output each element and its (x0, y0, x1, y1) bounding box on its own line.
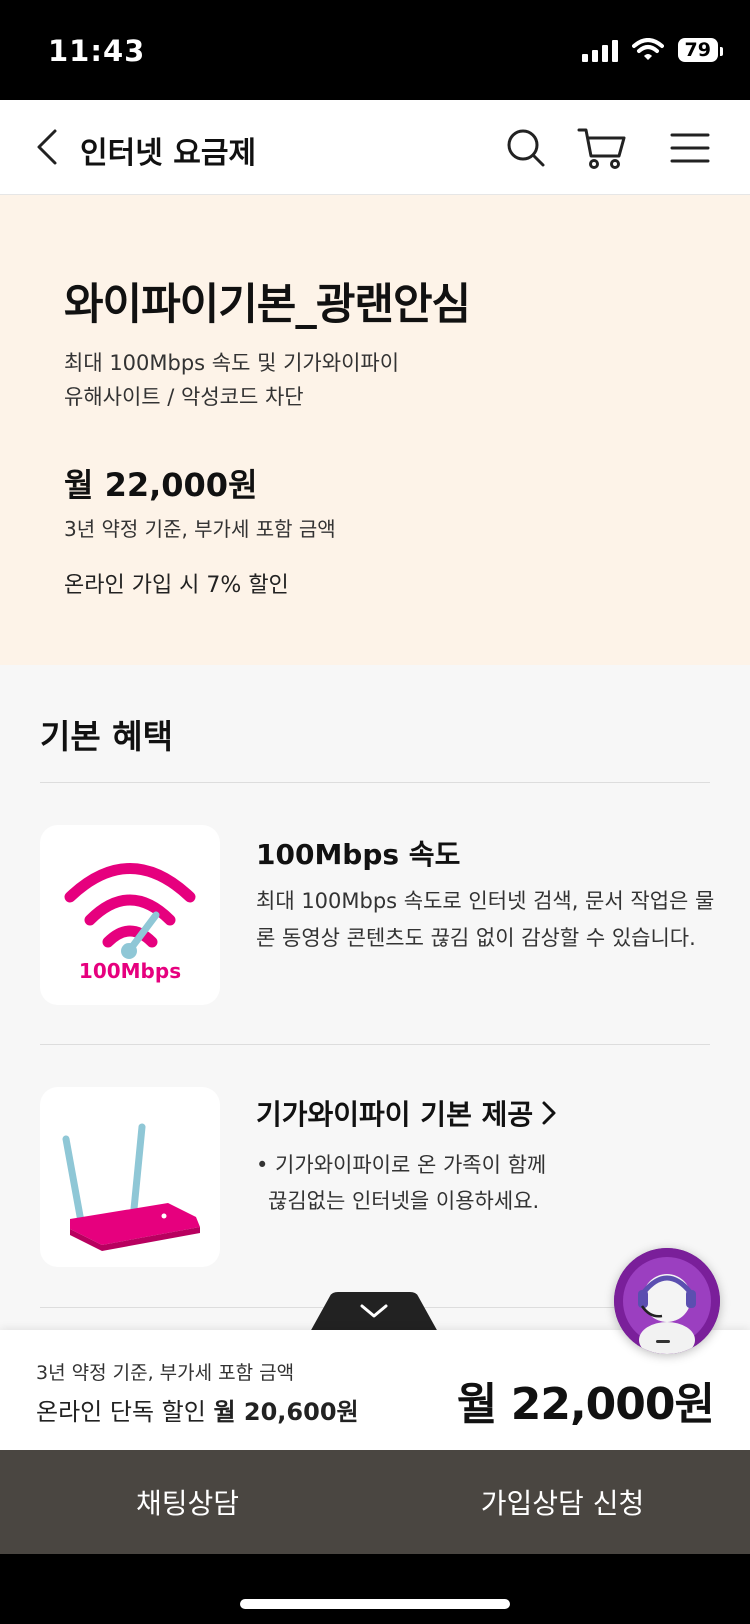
chevron-right-icon (542, 1101, 556, 1125)
battery-icon: 79 (677, 38, 724, 62)
giga-wifi-link[interactable]: 기가와이파이 기본 제공 (256, 1093, 557, 1133)
home-indicator-area (0, 1554, 750, 1624)
page-title: 인터넷 요금제 (80, 136, 257, 171)
speed-image: 100Mbps (40, 825, 220, 1005)
action-bar: 채팅상담 가입상담 신청 (0, 1450, 750, 1554)
home-indicator[interactable] (240, 1599, 510, 1609)
bottom-price-note: 3년 약정 기준, 부가세 포함 금액 (36, 1362, 295, 1384)
plan-title: 와이파이기본_광랜안심 (64, 280, 471, 330)
plan-desc-1: 최대 100Mbps 속도 및 기가와이파이 (64, 351, 400, 375)
collapse-toggle-button[interactable] (310, 1292, 438, 1332)
online-discount: 온라인 단독 할인 월 20,600원 (36, 1392, 359, 1427)
discount-note: 온라인 가입 시 7% 할인 (64, 573, 289, 598)
benefits-section: 기본 혜택 100Mbps 100Mbps 속도 최대 100Mbps 속도로 … (0, 665, 750, 1325)
search-button[interactable] (500, 122, 552, 174)
price-note: 3년 약정 기준, 부가세 포함 금액 (64, 517, 336, 541)
speed-label: 100Mbps (78, 959, 182, 983)
chevron-left-icon (37, 129, 57, 165)
benefit-title: 100Mbps 속도 (256, 838, 461, 871)
bottom-price: 월 22,000원 (456, 1379, 715, 1430)
chatbot-avatar-icon (614, 1248, 720, 1354)
app-header: 인터넷 요금제 (0, 100, 750, 195)
benefit-bullet-1: • 기가와이파이로 온 가족이 함께 (256, 1153, 547, 1177)
bottom-price-bar: 3년 약정 기준, 부가세 포함 금액 온라인 단독 할인 월 20,600원 … (0, 1330, 750, 1450)
chevron-down-icon (310, 1292, 438, 1332)
plan-desc-2: 유해사이트 / 악성코드 차단 (64, 385, 304, 409)
back-button[interactable] (22, 122, 72, 172)
router-icon (62, 1123, 200, 1251)
divider (40, 1044, 710, 1045)
search-icon (507, 129, 545, 167)
chatbot-button[interactable] (614, 1248, 720, 1354)
status-time: 11:43 (48, 34, 146, 68)
online-discount-price: 월 20,600원 (213, 1398, 359, 1426)
section-title: 기본 혜택 (40, 717, 173, 756)
apply-consult-button[interactable]: 가입상담 신청 (375, 1450, 750, 1554)
divider (40, 782, 710, 783)
benefit-title-text: 기가와이파이 기본 제공 (256, 1098, 534, 1131)
plan-price: 월 22,000원 (64, 466, 258, 504)
plan-hero: 와이파이기본_광랜안심 최대 100Mbps 속도 및 기가와이파이 유해사이트… (0, 195, 750, 665)
menu-icon (670, 133, 710, 163)
chat-consult-button[interactable]: 채팅상담 (0, 1450, 375, 1554)
menu-button[interactable] (664, 122, 716, 174)
benefit-desc: 최대 100Mbps 속도로 인터넷 검색, 문서 작업은 물론 동영상 콘텐츠… (256, 889, 715, 950)
status-bar: 11:43 79 (0, 0, 750, 100)
status-icons: 79 (581, 38, 724, 62)
online-discount-label: 온라인 단독 할인 (36, 1398, 206, 1426)
router-image (40, 1087, 220, 1267)
cart-icon (577, 128, 626, 169)
wifi-icon (631, 38, 664, 60)
signal-icon (581, 38, 618, 62)
benefit-bullet-2: 끊김없는 인터넷을 이용하세요. (268, 1189, 540, 1213)
cart-button[interactable] (576, 122, 628, 174)
